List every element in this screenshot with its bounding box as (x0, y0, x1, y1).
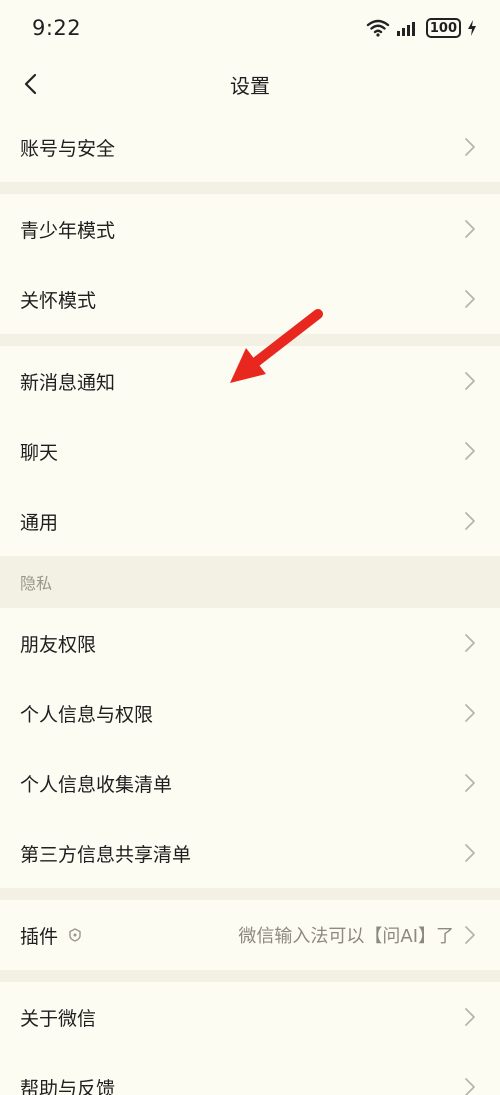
settings-group-privacy: 朋友权限 个人信息与权限 个人信息收集清单 第三方信息共享清单 (0, 608, 500, 888)
nav-bar: 设置 (0, 56, 500, 112)
settings-row-general[interactable]: 通用 (0, 486, 500, 556)
settings-row-third-party-sharing-list[interactable]: 第三方信息共享清单 (0, 818, 500, 888)
row-label: 朋友权限 (20, 633, 97, 656)
chevron-left-icon (24, 73, 37, 95)
plugin-badge-icon (68, 928, 82, 942)
settings-row-teen-mode[interactable]: 青少年模式 (0, 194, 500, 264)
chevron-right-icon (465, 442, 475, 460)
plugins-promo-text: 微信输入法可以【问AI】了 (238, 926, 454, 947)
chevron-right-icon (465, 138, 475, 156)
settings-group-account: 账号与安全 (0, 112, 500, 182)
battery-indicator: 100 (425, 18, 461, 38)
settings-row-account-security[interactable]: 账号与安全 (0, 112, 500, 182)
chevron-right-icon (465, 1078, 475, 1095)
chevron-right-icon (465, 704, 475, 722)
row-label: 插件 (20, 925, 59, 948)
settings-row-plugins[interactable]: 插件 微信输入法可以【问AI】了 (0, 900, 500, 970)
row-label: 新消息通知 (20, 371, 116, 394)
settings-group-modes: 青少年模式 关怀模式 (0, 194, 500, 334)
row-label: 个人信息收集清单 (20, 773, 173, 796)
group-divider (0, 888, 500, 900)
row-label: 聊天 (20, 441, 59, 464)
chevron-right-icon (465, 290, 475, 308)
status-icons: 100 (366, 18, 476, 38)
group-divider (0, 334, 500, 346)
row-label: 青少年模式 (20, 219, 116, 242)
row-label: 通用 (20, 511, 59, 534)
row-label: 关于微信 (20, 1007, 97, 1030)
status-time: 9:22 (32, 16, 82, 40)
row-label: 个人信息与权限 (20, 703, 154, 726)
settings-row-friend-permissions[interactable]: 朋友权限 (0, 608, 500, 678)
chevron-right-icon (465, 512, 475, 530)
settings-row-about-wechat[interactable]: 关于微信 (0, 982, 500, 1052)
settings-group-about: 关于微信 帮助与反馈 (0, 982, 500, 1095)
settings-row-personal-info-permissions[interactable]: 个人信息与权限 (0, 678, 500, 748)
group-divider (0, 970, 500, 982)
row-label: 关怀模式 (20, 289, 97, 312)
settings-group-plugins: 插件 微信输入法可以【问AI】了 (0, 900, 500, 970)
chevron-right-icon (465, 372, 475, 390)
row-label: 第三方信息共享清单 (20, 843, 192, 866)
settings-row-new-message-notification[interactable]: 新消息通知 (0, 346, 500, 416)
row-label: 账号与安全 (20, 137, 116, 160)
charging-bolt-icon (468, 20, 476, 36)
group-divider (0, 182, 500, 194)
chevron-right-icon (465, 926, 475, 944)
signal-icon (396, 22, 415, 36)
settings-row-care-mode[interactable]: 关怀模式 (0, 264, 500, 334)
status-bar: 9:22 100 (0, 0, 500, 56)
settings-row-personal-info-collection-list[interactable]: 个人信息收集清单 (0, 748, 500, 818)
chevron-right-icon (465, 1008, 475, 1026)
section-header-privacy: 隐私 (0, 556, 500, 608)
settings-group-general: 新消息通知 聊天 通用 (0, 346, 500, 556)
chevron-right-icon (465, 220, 475, 238)
chevron-right-icon (465, 844, 475, 862)
page-title: 设置 (230, 73, 270, 98)
wifi-icon (366, 19, 390, 37)
chevron-right-icon (465, 774, 475, 792)
back-button[interactable] (14, 68, 46, 100)
chevron-right-icon (465, 634, 475, 652)
row-label: 帮助与反馈 (20, 1077, 116, 1095)
settings-row-chat[interactable]: 聊天 (0, 416, 500, 486)
settings-row-help-feedback[interactable]: 帮助与反馈 (0, 1052, 500, 1095)
